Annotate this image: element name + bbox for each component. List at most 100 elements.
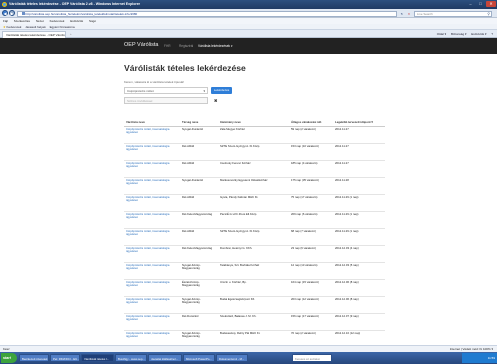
select-value: Csípőprotézis műtét [127,89,154,93]
filter-input[interactable]: Szűrés rövidítéssel [124,97,208,104]
desktop-search-input[interactable]: Keresés az asztalon [292,354,332,362]
search-input[interactable]: Live Search ⚲ [414,10,492,17]
cell-region: Dél-Kelet-Magyarország [180,244,218,262]
header-earliest-date[interactable]: Legelébb tervezett időpont ▾ [333,113,385,127]
table-row: Csípőprotézis műtét, traumatológia ügyel… [124,295,385,313]
header-waitlist[interactable]: Várólista neve [124,113,180,127]
taskbar-item[interactable]: Microsoft PowerPo... [183,354,215,362]
cell-region: Dél-Alföld [180,142,218,160]
table-row: Csípőprotézis műtét, traumatológia ügyel… [124,261,385,279]
cell-region: Nyugat-Közép-Magyarország [180,295,218,313]
cell-region: Dél-Alföld [180,193,218,211]
header-avg-wait[interactable]: Átlagos várakozási idő [289,113,333,127]
taskbar-item[interactable]: Buszfigy - www.oep... [115,354,147,362]
cell-earliest-date: 2012.11.27 [333,159,385,177]
taskbar-item-active[interactable]: Várólisták tételes l... [81,354,114,362]
cell-waitlist[interactable]: Csípőprotézis műtét, traumatológia ügyel… [124,210,180,228]
cell-earliest-date: 2012.12.06 (8 nap) [333,295,385,313]
cell-avg-wait: 12 nap (13 várakozó) [289,261,333,279]
tab-bar: Várólisták tételes lekérdezése - OEP Vár… [0,30,497,38]
start-button[interactable]: start [1,353,17,363]
cell-waitlist[interactable]: Csípőprotézis műtét, traumatológia ügyel… [124,261,180,279]
nav-fhr[interactable]: FHR [164,44,171,48]
table-row: Csípőprotézis műtét, traumatológia ügyel… [124,312,385,330]
internet-explorer-icon [2,2,7,7]
url-input[interactable]: http://varolista.oep.hu/varolista_hu/tel… [17,10,397,17]
page-title: Várólisták tételes lekérdezése [124,63,246,73]
cell-earliest-date: 2012.11.27 [333,125,385,143]
cell-institution: SZTE Szent-Györgyi A. Kl.Közp. [218,142,289,160]
cell-avg-wait: 175 nap (35 várakozó) [289,176,333,194]
table-row: Csípőprotézis műtét, traumatológia ügyel… [124,142,385,160]
taskbar-item[interactable]: Pet: RKIZ/DCI - EU... [50,354,80,362]
refresh-icon[interactable]: ↻ [399,11,405,17]
cell-earliest-date: 2012.12.03 (4 nap) [333,244,385,262]
search-icon[interactable]: ⚲ [487,12,490,16]
menu-favorites[interactable]: Kedvencek [50,19,65,23]
command-safety[interactable]: Biztonság ▾ [451,32,467,36]
page-icon [22,12,25,15]
back-button[interactable]: ◀ [2,10,8,17]
menu-file[interactable]: Fájl [3,19,8,23]
cell-region: Dél-Alföld [180,159,218,177]
cell-waitlist[interactable]: Csípőprotézis műtét, traumatológia ügyel… [124,125,180,143]
taskbar-item[interactable]: Beérkezett üzenetek [19,354,49,362]
cell-region: Nyugat-Közép-Magyarország [180,261,218,279]
cell-avg-wait: 156 nap (17 várakozó) [289,312,333,330]
table-row: Csípőprotézis műtét, traumatológia ügyel… [124,159,385,177]
cell-waitlist[interactable]: Csípőprotézis műtét, traumatológia ügyel… [124,278,180,296]
cell-institution: Urszín u. Kórház, Bp. [218,278,289,296]
taskbar-item[interactable]: Dokumentum1 - M... [216,354,248,362]
cell-waitlist[interactable]: Csípőprotézis műtét, traumatológia ügyel… [124,159,180,177]
cell-waitlist[interactable]: Csípőprotézis műtét, traumatológia ügyel… [124,295,180,313]
taskbar-item[interactable]: Javaslat kiálléséhez... [148,354,182,362]
query-button[interactable]: Lekérdezés [211,87,232,94]
cell-waitlist[interactable]: Csípőprotézis műtét, traumatológia ügyel… [124,193,180,211]
instruction-text: Kérem, válassza ki a várólista tételek t… [124,80,185,84]
header-institution[interactable]: Intézmény neve [218,113,289,127]
command-tools[interactable]: Eszközök ▾ [471,32,486,36]
favorites-label: Kedvencek [6,25,22,29]
menu-edit[interactable]: Szerkesztés [14,19,30,23]
command-bar: Oldal ▾ Biztonság ▾ Eszközök ▾ ? [433,31,493,38]
menu-view[interactable]: Nézet [36,19,44,23]
maximize-button[interactable]: □ [476,1,485,7]
minimize-button[interactable]: – [466,1,475,7]
cell-institution: Zala Megyei Kórház [218,125,289,143]
cell-institution: SZTE Szent-Györgyi A. Kl.Közp. [218,227,289,245]
waitlist-type-select[interactable]: Csípőprotézis műtét ▾ [124,87,208,94]
window-title: Várólisták tételes lekérdezése - OEP Vár… [9,2,141,6]
close-button[interactable]: ✕ [486,1,496,7]
url-text: http://varolista.oep.hu/varolista_hu/tel… [25,11,138,16]
command-page[interactable]: Oldal ▾ [437,32,446,36]
stop-icon[interactable]: ✕ [406,11,412,17]
cell-avg-wait: 209 nap (6 várakozó) [289,210,333,228]
cell-avg-wait: 185 nap (4 várakozó) [289,159,333,177]
table-header-row: Várólista neve Térség neve Intézmény nev… [124,113,385,127]
header-region[interactable]: Térség neve [180,113,218,127]
menu-help[interactable]: Súgó [89,19,96,23]
cell-earliest-date: 2012.11.29 (1 nap) [333,210,385,228]
clear-icon[interactable]: ✖ [214,98,217,103]
nav-register[interactable]: Regisztrál [179,44,193,48]
table-row: Csípőprotézis műtét, traumatológia ügyel… [124,227,385,245]
cell-avg-wait: 203 nap (12 várakozó) [289,295,333,313]
menu-tools[interactable]: Eszközök [70,19,83,23]
tab-active[interactable]: Várólisták tételes lekérdezése - OEP Vár… [2,31,66,38]
cell-earliest-date: 2012.12.07 (9 nap) [333,312,385,330]
status-bar: Kész Internet | Védett mód: Ki 100% ▾ [0,345,497,352]
cell-waitlist[interactable]: Csípőprotézis műtét, traumatológia ügyel… [124,244,180,262]
new-tab-button[interactable]: + [67,31,77,38]
cell-waitlist[interactable]: Csípőprotézis műtét, traumatológia ügyel… [124,176,180,194]
brand-link[interactable]: OEP Várólista [124,42,158,48]
results-table: Várólista neve Térség neve Intézmény nev… [124,113,385,364]
forward-button[interactable]: ▶ [9,10,15,17]
taskbar: start Beérkezett üzenetek Pet: RKIZ/DCI … [0,352,497,364]
table-row: Csípőprotézis műtét, traumatológia ügyel… [124,193,385,211]
nav-waitlist-queries[interactable]: Várólista lekérdezések ▾ [198,44,233,48]
cell-waitlist[interactable]: Csípőprotézis műtét, traumatológia ügyel… [124,227,180,245]
cell-waitlist[interactable]: Csípőprotézis műtét, traumatológia ügyel… [124,142,180,160]
command-help[interactable]: ? [491,32,493,36]
table-row: Csípőprotézis műtét, traumatológia ügyel… [124,244,385,262]
cell-waitlist[interactable]: Csípőprotézis műtét, traumatológia ügyel… [124,312,180,330]
